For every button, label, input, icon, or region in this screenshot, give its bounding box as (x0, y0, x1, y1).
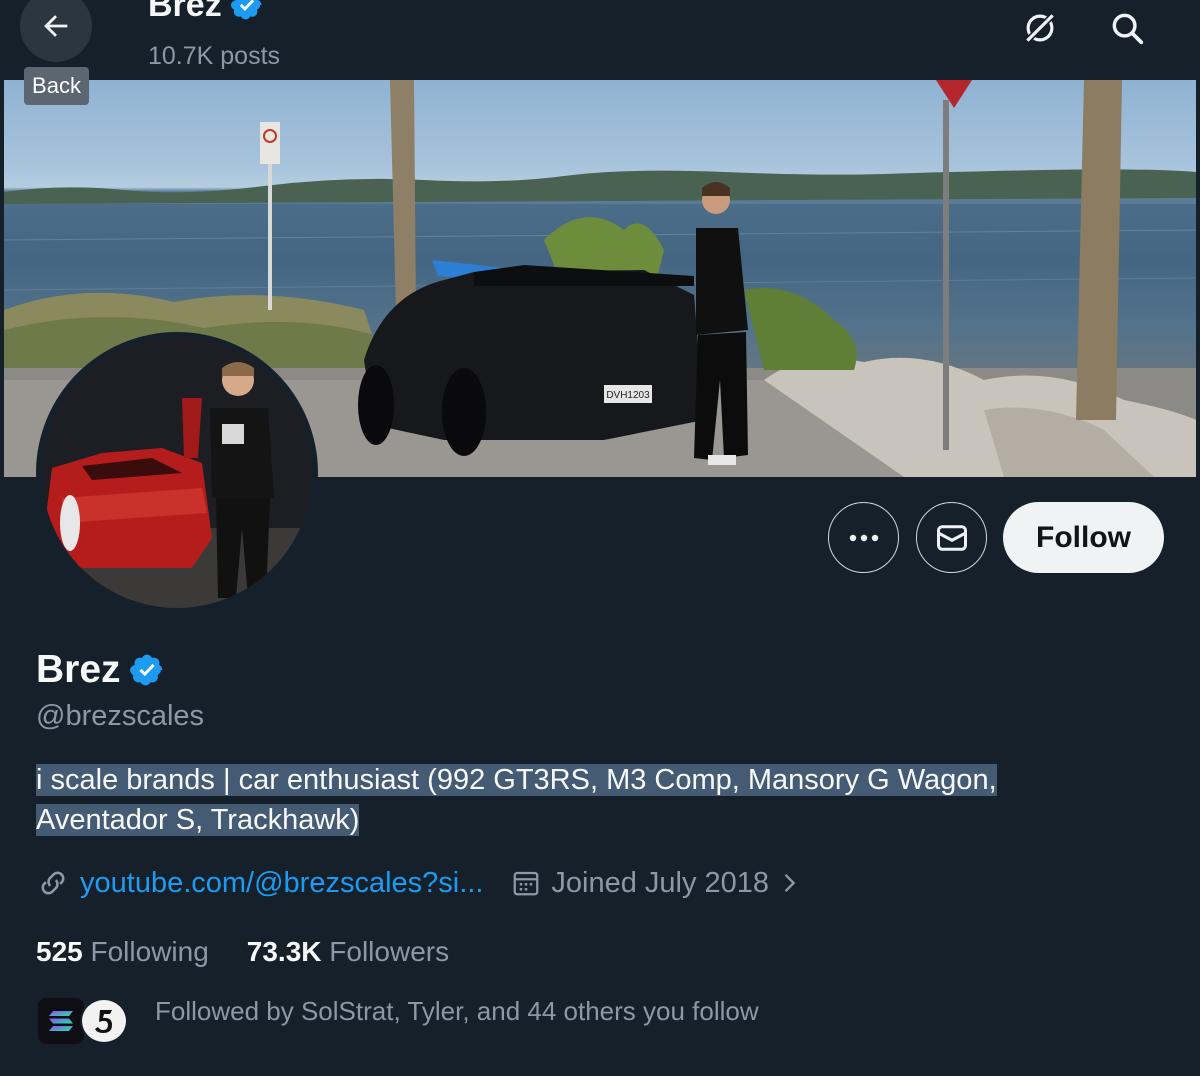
posts-count: 10.7K posts (148, 42, 281, 70)
followed-by-text[interactable]: Followed by SolStrat, Tyler, and 44 othe… (155, 996, 759, 1027)
top-bar: Brez 10.7K posts (0, 0, 1200, 80)
message-button[interactable] (916, 502, 987, 573)
profile-meta-row: youtube.com/@brezscales?si... Joined Jul… (36, 866, 803, 900)
more-button[interactable] (828, 502, 899, 573)
more-icon (849, 534, 878, 541)
back-button[interactable] (20, 0, 92, 62)
profile-link[interactable]: youtube.com/@brezscales?si... (80, 867, 483, 900)
follower-avatar-tyler[interactable] (80, 998, 128, 1044)
header-title: Brez (148, 0, 222, 24)
back-tooltip: Back (24, 67, 89, 105)
search-icon (1112, 13, 1144, 45)
following-count: 525 (36, 936, 83, 967)
profile-avatar[interactable] (36, 332, 318, 614)
profile-bio-text: i scale brands | car enthusiast (992 GT3… (36, 764, 997, 836)
followers-link[interactable]: 73.3K Followers (247, 936, 449, 968)
profile-name-group: Brez (36, 648, 165, 692)
header-title-group: Brez (148, 0, 264, 22)
grok-button[interactable] (1018, 6, 1062, 50)
search-button[interactable] (1105, 6, 1149, 50)
verified-badge-icon (230, 0, 262, 20)
follow-button[interactable]: Follow (1003, 502, 1164, 573)
followers-label: Followers (329, 936, 450, 967)
joined-date: Joined July 2018 (551, 866, 770, 899)
followers-count: 73.3K (246, 936, 322, 967)
profile-stats: 525 Following 73.3K Followers (36, 936, 449, 968)
profile-name: Brez (36, 648, 121, 691)
verified-badge-icon[interactable] (129, 652, 165, 688)
link-icon (41, 871, 65, 895)
following-link[interactable]: 525 Following (36, 936, 209, 968)
profile-handle: @brezscales (36, 700, 205, 732)
follower-avatar-solstrat[interactable] (38, 998, 84, 1044)
license-plate: DVH1203 (606, 390, 650, 401)
message-icon (936, 524, 967, 551)
arrow-left-icon (44, 15, 68, 37)
chevron-right-icon[interactable] (775, 869, 803, 897)
calendar-icon (514, 871, 539, 896)
profile-bio: i scale brands | car enthusiast (992 GT3… (36, 760, 1066, 840)
following-label: Following (90, 936, 209, 967)
grok-icon (1023, 11, 1057, 45)
